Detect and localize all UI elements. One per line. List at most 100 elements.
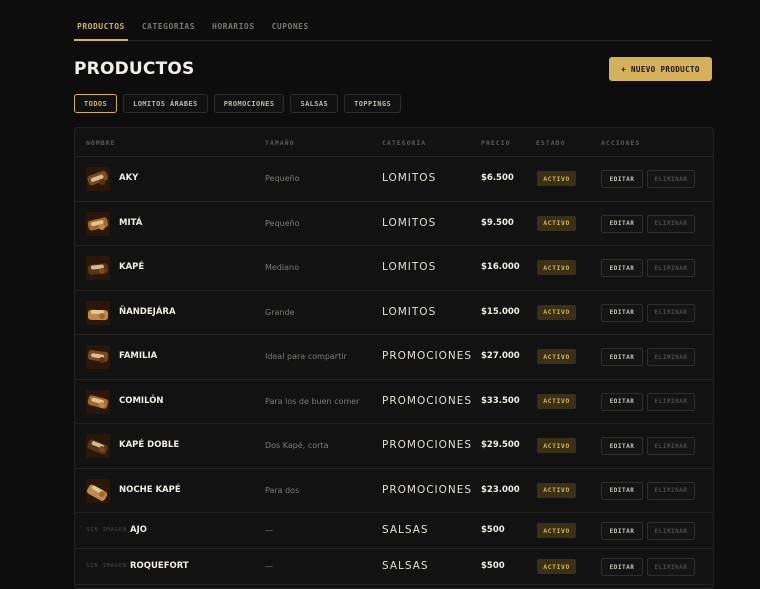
edit-button[interactable]: EDITAR bbox=[601, 214, 643, 233]
product-price: $27.000 bbox=[481, 351, 520, 361]
product-thumbnail bbox=[86, 256, 110, 280]
delete-button[interactable]: ELIMINAR bbox=[647, 481, 695, 500]
product-category: LOMITOS bbox=[382, 172, 437, 184]
table-row: SIN IMAGEN AJO — SALSAS $500 ACTIVO EDITAR ELIM… bbox=[75, 513, 713, 549]
product-thumbnail bbox=[86, 434, 110, 458]
product-name: ROQUEFORT bbox=[130, 561, 189, 571]
status-badge: ACTIVO bbox=[537, 438, 576, 453]
product-price: $500 bbox=[481, 525, 505, 535]
product-size: Pequeño bbox=[265, 218, 300, 228]
edit-button[interactable]: EDITAR bbox=[601, 348, 643, 366]
product-price: $23.000 bbox=[481, 484, 520, 495]
table-row: NOCHE KAPÉ Para dos PROMOCIONES $23.000 ACTI… bbox=[75, 469, 713, 513]
product-name: AJO bbox=[130, 525, 147, 535]
product-price: $6.500 bbox=[481, 173, 514, 183]
product-price: $500 bbox=[481, 561, 505, 571]
status-badge: ACTIVO bbox=[537, 260, 576, 275]
product-category: PROMOCIONES bbox=[382, 439, 473, 451]
product-price: $29.500 bbox=[481, 440, 520, 450]
product-category: SALSAS bbox=[382, 524, 429, 536]
product-size: Mediano bbox=[265, 263, 299, 272]
col-nombre: NOMBRE bbox=[86, 139, 116, 147]
product-name: NOCHE KAPÉ bbox=[119, 484, 181, 495]
product-thumbnail bbox=[86, 345, 110, 369]
product-price: $9.500 bbox=[481, 217, 514, 228]
product-category: PROMOCIONES bbox=[382, 394, 473, 407]
product-size: Pequeño bbox=[265, 174, 300, 183]
edit-button[interactable]: EDITAR bbox=[601, 259, 643, 277]
product-thumbnail bbox=[86, 389, 110, 414]
filter-toppings[interactable]: TOPPINGS bbox=[344, 94, 402, 113]
status-badge: ACTIVO bbox=[537, 215, 576, 231]
filter-promociones[interactable]: PROMOCIONES bbox=[213, 94, 285, 113]
edit-button[interactable]: EDITAR bbox=[601, 303, 643, 322]
status-badge: ACTIVO bbox=[537, 559, 576, 574]
delete-button[interactable]: ELIMINAR bbox=[647, 259, 695, 277]
edit-button[interactable]: EDITAR bbox=[601, 392, 643, 411]
delete-button[interactable]: ELIMINAR bbox=[647, 303, 695, 322]
col-estado: ESTADO bbox=[536, 139, 566, 147]
product-thumbnail bbox=[86, 478, 110, 503]
product-size: Ideal para compartir bbox=[265, 352, 347, 361]
product-name: ÑANDEJÁRA bbox=[119, 306, 176, 317]
product-category: PROMOCIONES bbox=[382, 350, 473, 362]
edit-button[interactable]: EDITAR bbox=[601, 558, 643, 576]
tab-cupones[interactable]: CUPONES bbox=[269, 14, 312, 39]
delete-button[interactable]: ELIMINAR bbox=[647, 437, 695, 455]
product-category: PROMOCIONES bbox=[382, 483, 473, 496]
filter-lomitos-arabes[interactable]: LOMITOS ÁRABES bbox=[123, 94, 208, 113]
edit-button[interactable]: EDITAR bbox=[601, 522, 643, 540]
product-name: FAMILIA bbox=[119, 351, 158, 361]
product-name: MITÁ bbox=[119, 217, 143, 228]
product-price: $16.000 bbox=[481, 262, 520, 272]
table-row: KAPÉ Mediano LOMITOS $16.000 ACTIVO EDITAR ELI… bbox=[75, 246, 713, 291]
product-name: AKY bbox=[119, 173, 139, 183]
product-size: Grande bbox=[265, 307, 295, 317]
product-category: LOMITOS bbox=[382, 261, 437, 273]
no-image-label: SIN IMAGEN bbox=[86, 563, 128, 569]
table-row: AKY Pequeño LOMITOS $6.500 ACTIVO EDITAR ELIMI… bbox=[75, 157, 713, 202]
new-product-button[interactable]: + NUEVO PRODUCTO bbox=[609, 57, 712, 81]
delete-button[interactable]: ELIMINAR bbox=[647, 522, 695, 540]
delete-button[interactable]: ELIMINAR bbox=[647, 348, 695, 366]
filter-todos[interactable]: TODOS bbox=[74, 94, 118, 113]
status-badge: ACTIVO bbox=[537, 349, 576, 364]
delete-button[interactable]: ELIMINAR bbox=[647, 214, 695, 233]
delete-button[interactable]: ELIMINAR bbox=[647, 392, 695, 411]
product-price: $15.000 bbox=[481, 306, 520, 317]
col-tamano: TAMAÑO bbox=[265, 139, 295, 147]
tab-productos[interactable]: PRODUCTOS bbox=[74, 14, 128, 41]
delete-button[interactable]: ELIMINAR bbox=[647, 558, 695, 576]
product-thumbnail bbox=[86, 211, 110, 236]
product-name: COMILÓN bbox=[119, 395, 164, 406]
products-table: NOMBRE TAMAÑO CATEGORÍA PRECIO ESTADO AC… bbox=[74, 127, 714, 589]
table-row: MITÁ Pequeño LOMITOS $9.500 ACTIVO EDITAR ELIM… bbox=[75, 202, 713, 246]
product-size: Para dos bbox=[265, 485, 300, 495]
product-thumbnail bbox=[86, 300, 110, 325]
product-size: — bbox=[265, 526, 273, 535]
product-category: LOMITOS bbox=[382, 305, 437, 318]
edit-button[interactable]: EDITAR bbox=[601, 170, 643, 188]
tab-horarios[interactable]: HORARIOS bbox=[209, 14, 258, 39]
product-name: KAPÉ bbox=[119, 262, 145, 272]
table-body: AKY Pequeño LOMITOS $6.500 ACTIVO EDITAR ELIMI… bbox=[75, 157, 713, 585]
col-acciones: ACCIONES bbox=[601, 139, 641, 147]
table-row: COMILÓN Para los de buen comer PROMOCIONES… bbox=[75, 380, 713, 424]
status-badge: ACTIVO bbox=[537, 171, 576, 186]
product-size: Dos Kapé, corta bbox=[265, 441, 329, 450]
table-header: NOMBRE TAMAÑO CATEGORÍA PRECIO ESTADO AC… bbox=[75, 128, 713, 157]
col-categoria: CATEGORÍA bbox=[382, 139, 427, 147]
filter-salsas[interactable]: SALSAS bbox=[290, 94, 339, 113]
edit-button[interactable]: EDITAR bbox=[601, 481, 643, 500]
table-row: KAPÉ DOBLE Dos Kapé, corta PROMOCIONES $29.… bbox=[75, 424, 713, 469]
col-precio: PRECIO bbox=[481, 139, 511, 147]
page-title: PRODUCTOS bbox=[74, 59, 195, 79]
edit-button[interactable]: EDITAR bbox=[601, 437, 643, 455]
status-badge: ACTIVO bbox=[537, 523, 576, 538]
tab-categorias[interactable]: CATEGORÍAS bbox=[139, 14, 198, 39]
product-name: KAPÉ DOBLE bbox=[119, 440, 180, 450]
product-thumbnail bbox=[86, 167, 110, 191]
product-size: — bbox=[265, 562, 273, 571]
product-category: LOMITOS bbox=[382, 216, 437, 229]
delete-button[interactable]: ELIMINAR bbox=[647, 170, 695, 188]
